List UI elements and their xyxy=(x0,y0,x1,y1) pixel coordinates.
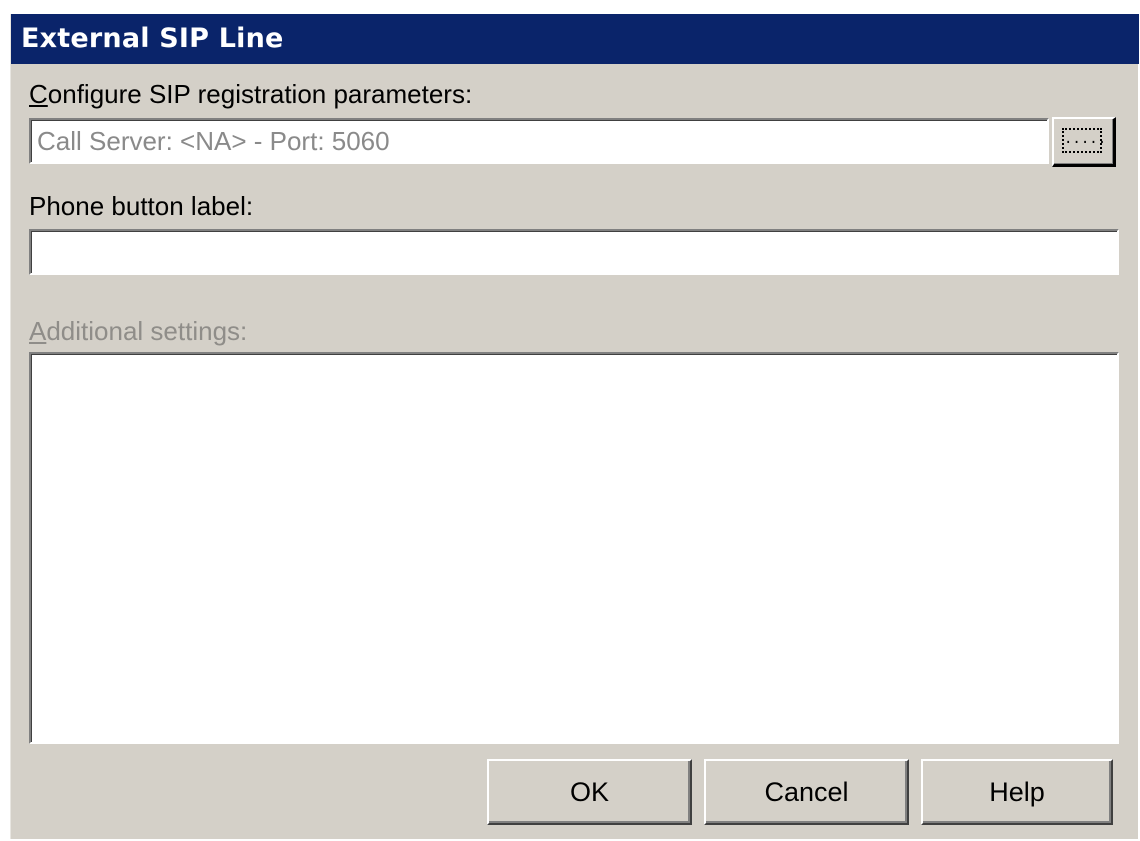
phone-button-label-input[interactable] xyxy=(29,229,1119,275)
external-sip-line-dialog: External SIP Line Configure SIP registra… xyxy=(10,14,1139,839)
additional-label-text: dditional settings: xyxy=(46,316,248,346)
browse-button[interactable]: ..... xyxy=(1052,117,1116,167)
ok-button[interactable]: OK xyxy=(487,759,692,825)
additional-label-mnemonic: A xyxy=(29,316,47,346)
additional-settings-textarea[interactable] xyxy=(29,352,1119,744)
sip-registration-field[interactable]: Call Server: <NA> - Port: 5060 xyxy=(29,118,1049,164)
sip-label-mnemonic: C xyxy=(29,79,48,109)
sip-label-text: onfigure SIP registration parameters: xyxy=(47,79,473,109)
ellipsis-icon: ..... xyxy=(1062,128,1106,153)
cancel-button[interactable]: Cancel xyxy=(704,759,909,825)
help-button[interactable]: Help xyxy=(921,759,1113,825)
additional-settings-label: Additional settings: xyxy=(29,316,247,347)
dialog-title: External SIP Line xyxy=(11,14,1139,64)
phone-button-label-caption: Phone button label: xyxy=(29,191,254,221)
sip-registration-value: Call Server: <NA> - Port: 5060 xyxy=(37,126,390,156)
sip-registration-label: Configure SIP registration parameters: xyxy=(29,79,472,110)
